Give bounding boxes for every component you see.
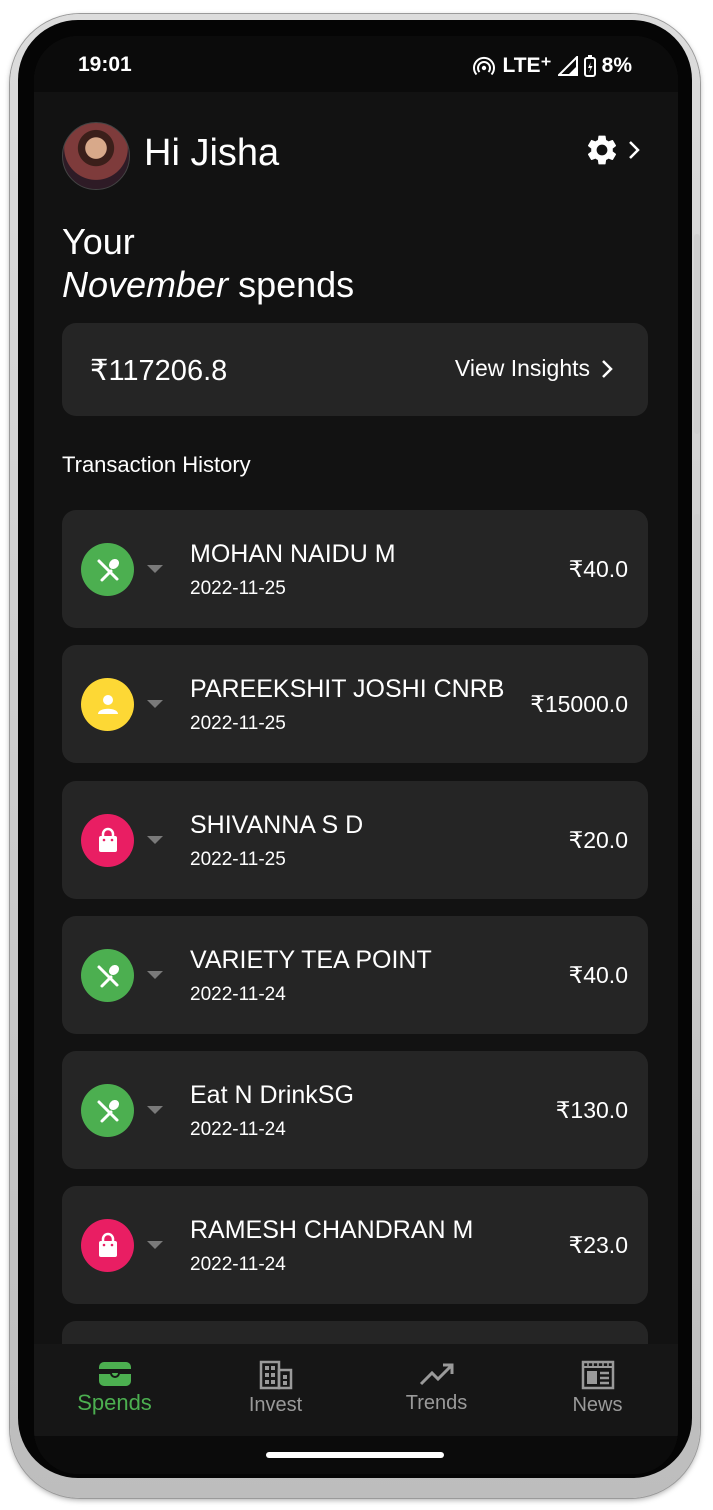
- transaction-date: 2022-11-24: [190, 1119, 286, 1140]
- spends-heading-line2: November spends: [62, 263, 354, 306]
- transaction-item[interactable]: Eat N DrinkSG 2022-11-24 ₹130.0: [62, 1051, 648, 1169]
- transaction-name: Eat N DrinkSG: [190, 1081, 354, 1109]
- transaction-date: 2022-11-24: [190, 984, 286, 1005]
- nav-trends[interactable]: Trends: [356, 1344, 517, 1436]
- category-dropdown-caret[interactable]: [147, 565, 163, 573]
- nav-news-label: News: [572, 1394, 623, 1416]
- gear-icon: [587, 135, 617, 165]
- nav-invest-label: Invest: [248, 1394, 303, 1416]
- category-dropdown-caret[interactable]: [147, 971, 163, 979]
- view-insights-label: View Insights: [454, 355, 590, 381]
- person-icon[interactable]: [81, 678, 134, 731]
- transaction-name: VARIETY TEA POINT: [190, 946, 432, 974]
- transaction-item[interactable]: PAREEKSHIT JOSHI CNRB 2022-11-25 ₹15000.…: [62, 645, 648, 763]
- transaction-name: SHIVANNA S D: [190, 811, 364, 839]
- transaction-item-partial[interactable]: [62, 1321, 648, 1344]
- power-button: [694, 514, 700, 624]
- settings-button[interactable]: [584, 132, 642, 168]
- category-dropdown-caret[interactable]: [147, 700, 163, 708]
- total-amount: ₹117206.8: [90, 355, 228, 387]
- chevron-right-icon: [602, 359, 613, 378]
- header: Hi Jisha: [62, 122, 642, 190]
- nav-spends[interactable]: Spends: [34, 1344, 195, 1436]
- transaction-name: MOHAN NAIDU M: [190, 540, 396, 568]
- food-icon[interactable]: [81, 1084, 134, 1137]
- nav-trends-label: Trends: [405, 1392, 468, 1414]
- total-spends-card: ₹117206.8 View Insights: [62, 323, 648, 416]
- transaction-date: 2022-11-25: [190, 849, 286, 870]
- food-icon[interactable]: [81, 543, 134, 596]
- transaction-list[interactable]: MOHAN NAIDU M 2022-11-25 ₹40.0 PAREEKSHI…: [62, 510, 648, 1344]
- network-type: LTE⁺: [502, 54, 552, 77]
- nav-spends-label: Spends: [77, 1390, 152, 1415]
- greeting-text: Hi Jisha: [144, 132, 280, 174]
- transaction-amount: ₹40.0: [568, 556, 628, 582]
- category-dropdown-caret[interactable]: [147, 1241, 163, 1249]
- signal-icon: [557, 55, 578, 76]
- status-bar: 19:01 LTE⁺ 8%: [34, 36, 678, 92]
- status-indicators: LTE⁺ 8%: [472, 53, 632, 78]
- volume-button: [694, 234, 700, 434]
- shopping-bag-icon[interactable]: [81, 814, 134, 867]
- spends-month: November: [62, 264, 229, 305]
- newspaper-icon: [581, 1360, 614, 1390]
- building-icon: [259, 1360, 292, 1390]
- nav-invest[interactable]: Invest: [195, 1344, 356, 1436]
- status-time: 19:01: [78, 53, 132, 76]
- transaction-amount: ₹20.0: [568, 827, 628, 853]
- transaction-date: 2022-11-25: [190, 713, 286, 734]
- category-dropdown-caret[interactable]: [147, 836, 163, 844]
- transaction-name: RAMESH CHANDRAN M: [190, 1216, 474, 1244]
- transaction-amount: ₹40.0: [568, 962, 628, 988]
- trending-up-icon: [419, 1363, 453, 1386]
- spends-heading-line1: Your: [62, 221, 135, 262]
- transaction-name: PAREEKSHIT JOSHI CNRB: [190, 675, 505, 703]
- spends-suffix: spends: [238, 264, 355, 305]
- spends-heading: Your November spends: [62, 220, 354, 306]
- transaction-date: 2022-11-25: [190, 578, 286, 599]
- battery-percent: 8%: [601, 53, 632, 77]
- hotspot-icon: [473, 56, 496, 75]
- transaction-amount: ₹15000.0: [530, 691, 628, 717]
- bottom-navigation: Spends Invest Trends News: [34, 1344, 678, 1436]
- transaction-amount: ₹23.0: [568, 1232, 628, 1258]
- category-dropdown-caret[interactable]: [147, 1106, 163, 1114]
- transaction-amount: ₹130.0: [555, 1097, 628, 1123]
- battery-icon: [583, 54, 596, 77]
- profile-avatar[interactable]: [62, 122, 130, 190]
- food-icon[interactable]: [81, 949, 134, 1002]
- app-screen: 19:01 LTE⁺ 8% Hi Jisha Your November spe…: [34, 36, 678, 1474]
- transaction-item[interactable]: RAMESH CHANDRAN M 2022-11-24 ₹23.0: [62, 1186, 648, 1304]
- view-insights-button[interactable]: View Insights: [455, 355, 614, 382]
- gesture-bar-area: [34, 1436, 678, 1474]
- chevron-right-icon: [629, 141, 640, 159]
- shopping-bag-icon[interactable]: [81, 1219, 134, 1272]
- transaction-history-label: Transaction History: [62, 452, 251, 477]
- transaction-item[interactable]: VARIETY TEA POINT 2022-11-24 ₹40.0: [62, 916, 648, 1034]
- nav-news[interactable]: News: [517, 1344, 678, 1436]
- wallet-icon: [98, 1362, 131, 1386]
- transaction-item[interactable]: MOHAN NAIDU M 2022-11-25 ₹40.0: [62, 510, 648, 628]
- transaction-item[interactable]: SHIVANNA S D 2022-11-25 ₹20.0: [62, 781, 648, 899]
- transaction-date: 2022-11-24: [190, 1254, 286, 1275]
- home-indicator[interactable]: [266, 1452, 444, 1458]
